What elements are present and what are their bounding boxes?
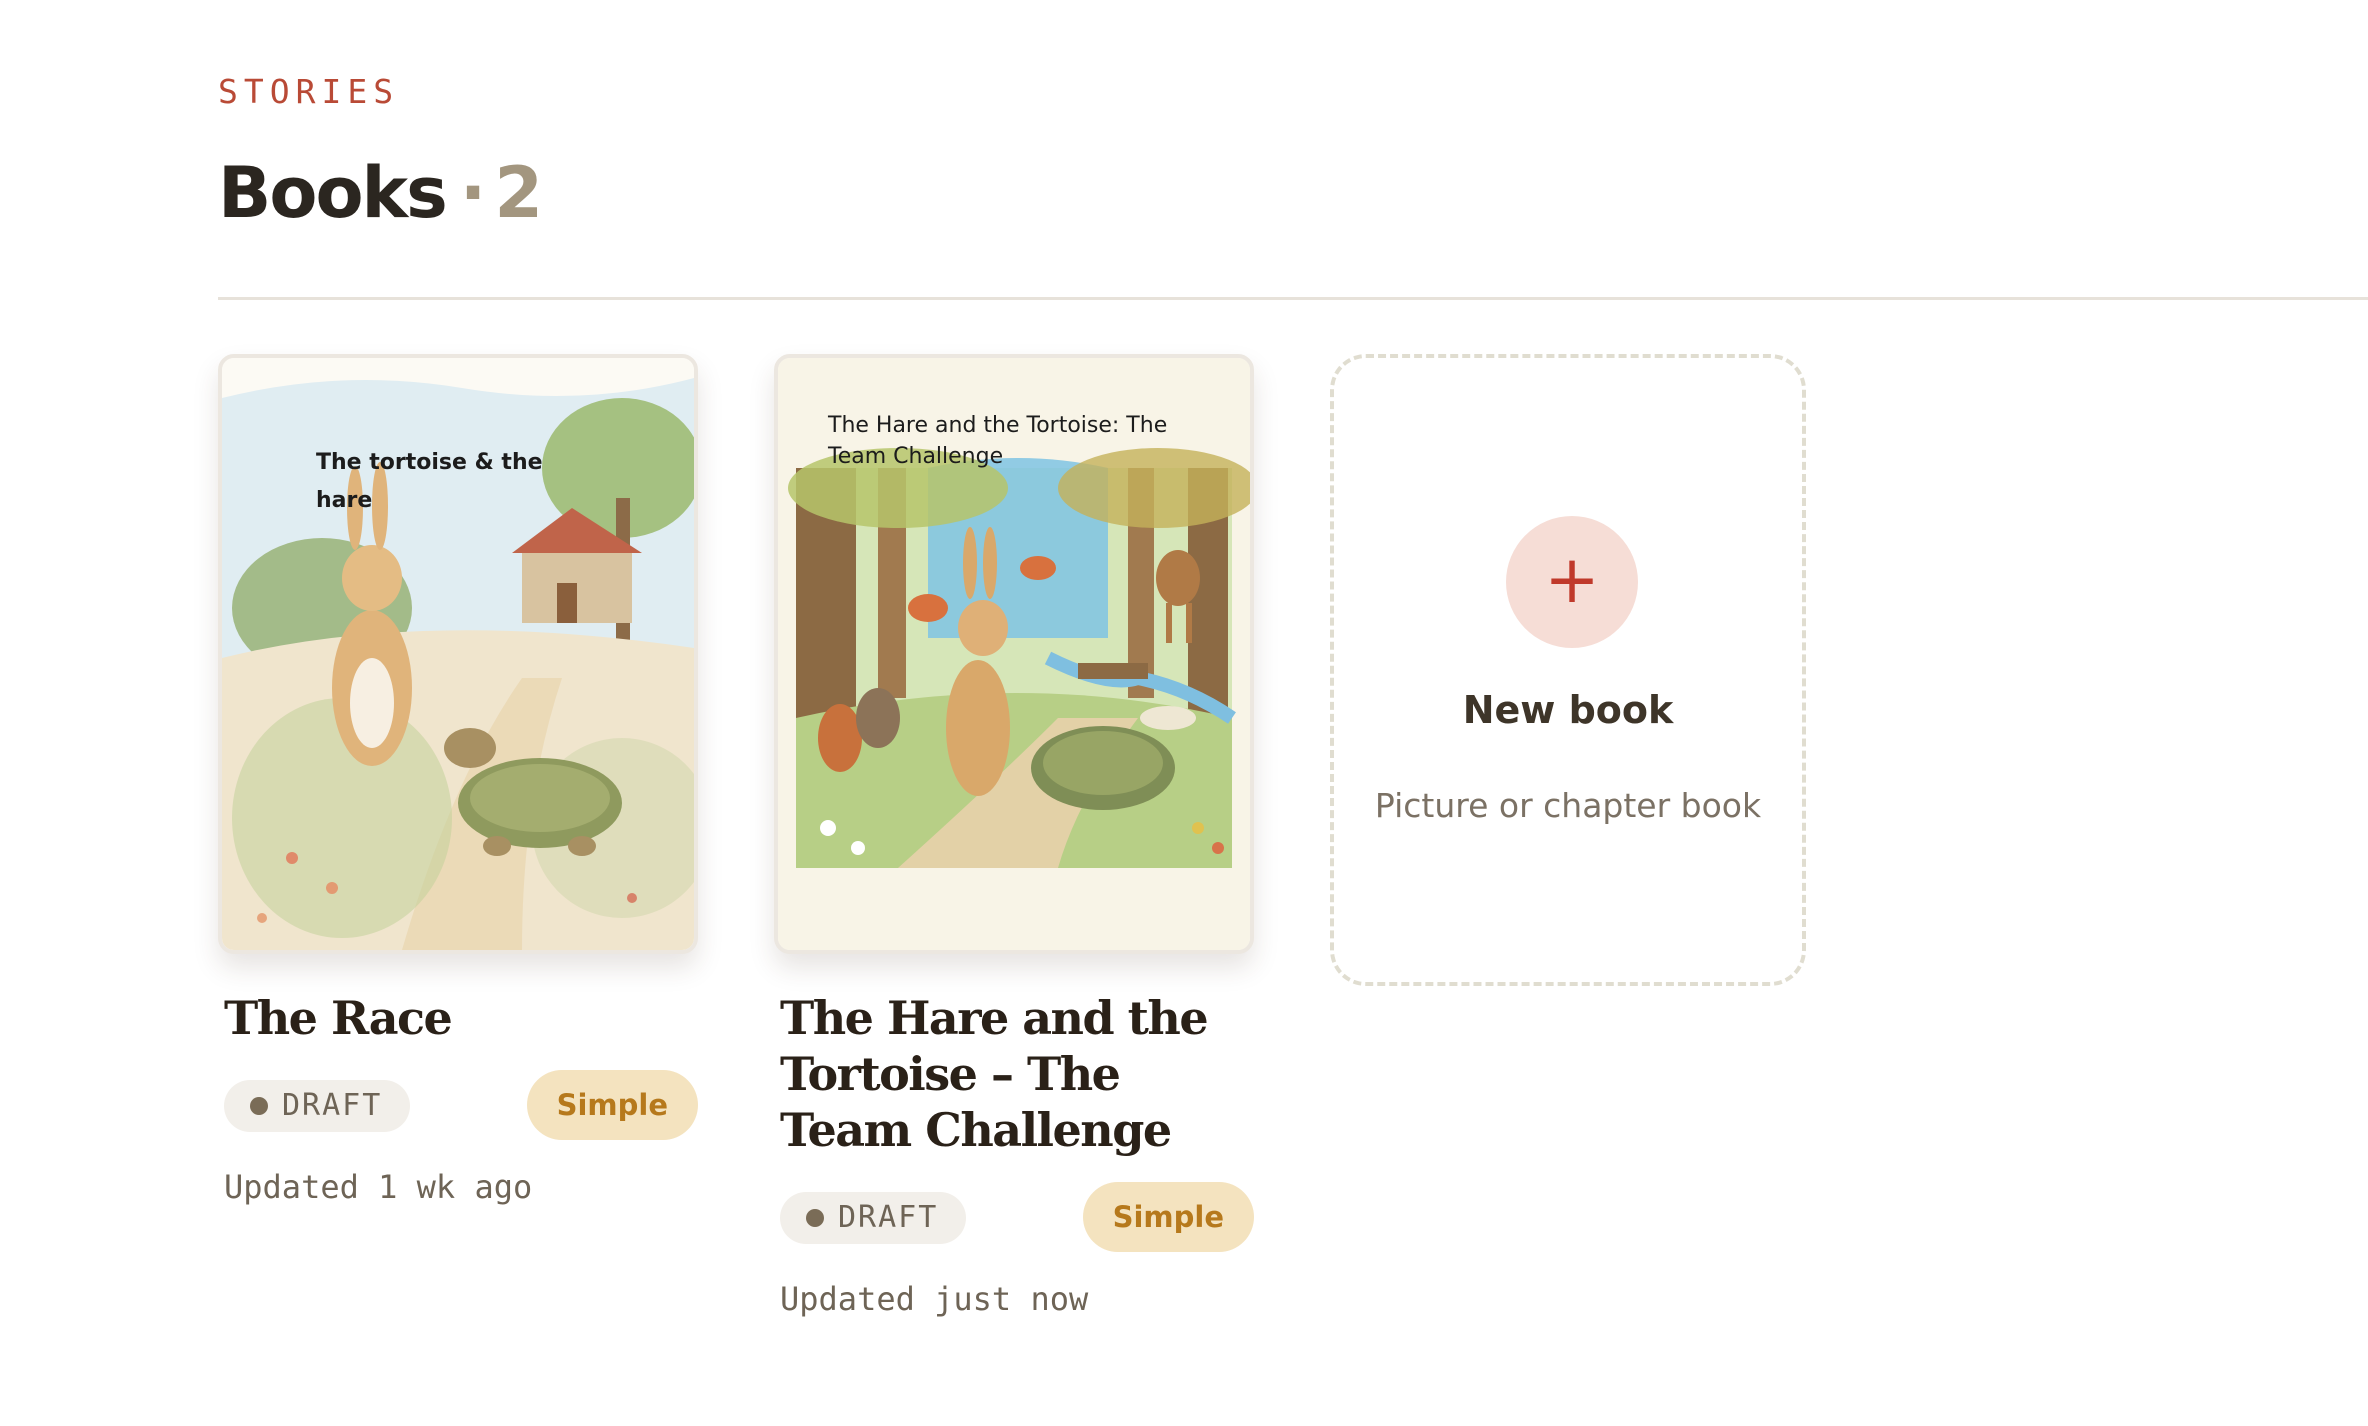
status-dot-icon bbox=[250, 1097, 268, 1115]
book-title[interactable]: The Hare and the Tortoise – The Team Cha… bbox=[780, 990, 1254, 1158]
level-badge: Simple bbox=[1082, 1182, 1254, 1252]
book-meta-row: DRAFT Simple bbox=[224, 1070, 698, 1140]
page-title: Books · 2 bbox=[218, 152, 543, 234]
new-book-title: New book bbox=[1462, 688, 1674, 732]
title-separator: · bbox=[459, 152, 487, 234]
new-book-card[interactable]: + New book Picture or chapter book bbox=[1330, 354, 1806, 986]
book-cover[interactable]: The tortoise & the hare bbox=[218, 354, 698, 954]
book-cover[interactable]: The Hare and the Tortoise: The Team Chal… bbox=[774, 354, 1254, 954]
book-meta-row: DRAFT Simple bbox=[780, 1182, 1254, 1252]
status-badge: DRAFT bbox=[224, 1080, 411, 1132]
cover-title-text: The Hare and the Tortoise: The Team Chal… bbox=[828, 413, 1168, 469]
book-count: 2 bbox=[494, 152, 543, 234]
level-badge: Simple bbox=[526, 1070, 698, 1140]
section-label: STORIES bbox=[218, 72, 400, 111]
status-label: DRAFT bbox=[838, 1200, 939, 1235]
status-badge: DRAFT bbox=[780, 1192, 967, 1244]
book-card-team-challenge[interactable]: The Hare and the Tortoise: The Team Chal… bbox=[774, 354, 1254, 1318]
header-divider bbox=[218, 297, 2368, 300]
status-label: DRAFT bbox=[282, 1088, 383, 1123]
updated-timestamp: Updated just now bbox=[780, 1280, 1089, 1318]
status-dot-icon bbox=[806, 1209, 824, 1227]
updated-timestamp: Updated 1 wk ago bbox=[224, 1168, 533, 1206]
book-card-the-race[interactable]: The tortoise & the hare The Race DRAFT S… bbox=[218, 354, 698, 1206]
page-title-text: Books bbox=[218, 152, 448, 234]
new-book-subtitle: Picture or chapter book bbox=[1374, 786, 1762, 825]
book-title[interactable]: The Race bbox=[224, 990, 698, 1046]
plus-icon[interactable]: + bbox=[1506, 516, 1638, 648]
cover-title-text: The tortoise & the hare bbox=[316, 450, 543, 513]
